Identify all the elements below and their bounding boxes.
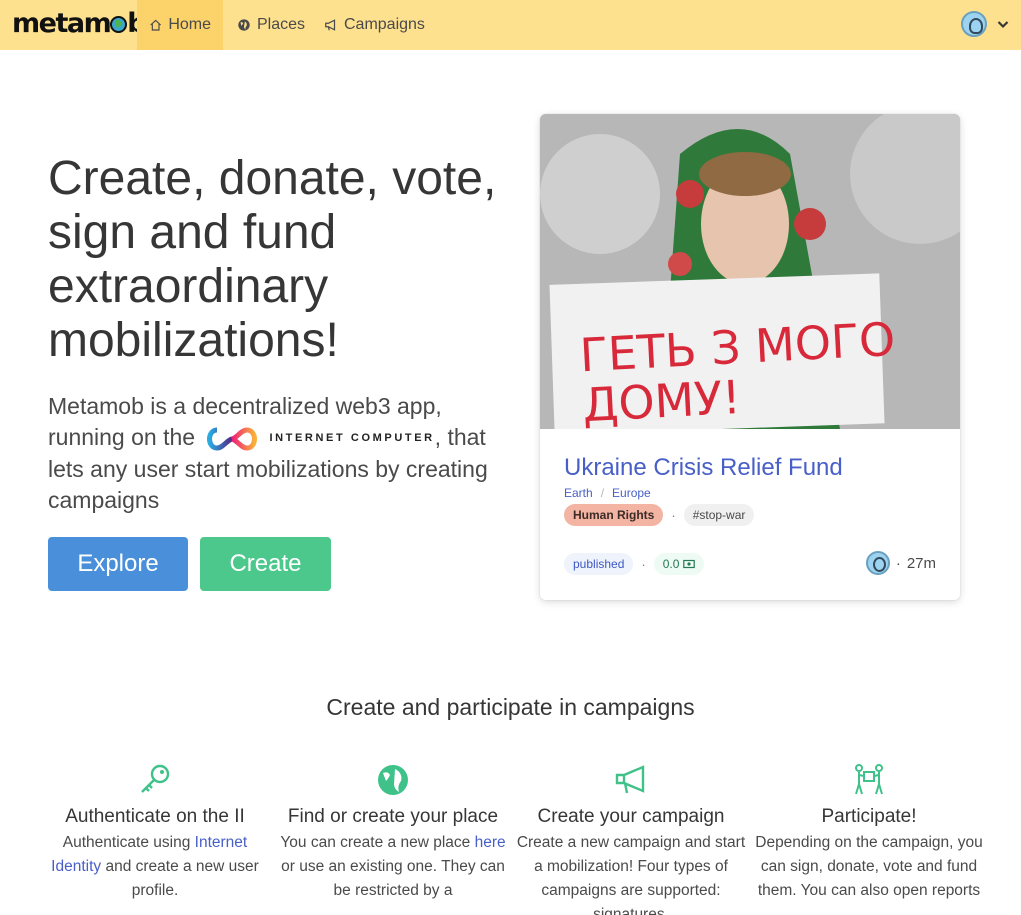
tag-separator: ·: [671, 507, 676, 523]
feature-text-part: Authenticate using: [62, 834, 191, 851]
feature-text-part: or use an existing one. They can be rest…: [281, 858, 505, 899]
home-icon: [150, 19, 162, 31]
megaphone-icon: [325, 19, 336, 31]
feature-participate: Participate! Depending on the campaign, …: [754, 762, 984, 903]
feature-text-participate: Depending on the campaign, you can sign,…: [755, 834, 983, 899]
feature-campaign: Create your campaign Create a new campai…: [516, 762, 746, 915]
campaign-image[interactable]: ГЕТЬ З МОГО ДОМУ!: [540, 114, 960, 429]
nav-home-label: Home: [168, 16, 211, 33]
feature-text-authenticate: Authenticate using Internet Identity and…: [40, 831, 270, 903]
place-breadcrumb: Earth / Europe: [564, 486, 651, 500]
campaign-tags: Human Rights · #stop-war: [564, 504, 755, 526]
key-icon: [141, 764, 170, 793]
globe-icon: [378, 765, 408, 795]
campaign-photo: ГЕТЬ З МОГО ДОМУ!: [540, 114, 960, 429]
feature-title-authenticate: Authenticate on the II: [65, 806, 245, 827]
category-badge[interactable]: Human Rights: [564, 504, 664, 526]
breadcrumb-separator: /: [600, 486, 605, 500]
money-icon: [683, 559, 696, 569]
globe-logo-icon: [110, 16, 128, 33]
feature-text-campaign: Create a new campaign and start a mobili…: [516, 834, 746, 915]
nav-home[interactable]: Home: [137, 0, 223, 50]
feature-text-part: and create a new user profile.: [105, 858, 259, 899]
create-button[interactable]: Create: [200, 537, 331, 591]
campaign-status-row: published · 0.0: [564, 553, 705, 575]
featured-campaign-card[interactable]: ГЕТЬ З МОГО ДОМУ! Ukraine Crisis Relief …: [540, 114, 960, 600]
nav-places[interactable]: Places: [225, 0, 317, 50]
feature-title-place: Find or create your place: [287, 806, 499, 827]
internet-computer-label: INTERNET COMPUTER: [269, 432, 435, 445]
nav-places-label: Places: [257, 16, 306, 33]
value-badge: 0.0: [653, 553, 705, 575]
feature-text-part: You can create a new place: [280, 834, 471, 851]
globe-icon: [238, 19, 250, 31]
user-menu[interactable]: [961, 11, 1009, 37]
top-navbar: metamb Home Places Campaigns: [0, 0, 1021, 50]
feature-authenticate: Authenticate on the II Authenticate usin…: [40, 762, 270, 903]
people-box-icon: [855, 764, 883, 795]
feature-title-campaign: Create your campaign: [537, 806, 725, 827]
metamob-logo[interactable]: metamb: [12, 8, 147, 39]
meta-separator: ·: [895, 554, 901, 572]
status-separator: ·: [641, 556, 646, 572]
protest-sign-text-2: ДОМУ!: [581, 370, 742, 429]
internet-computer-logo: INTERNET COMPUTER: [201, 423, 434, 454]
campaign-age: 27m: [906, 554, 936, 572]
hashtag-badge[interactable]: #stop-war: [683, 504, 755, 526]
campaign-title[interactable]: Ukraine Crisis Relief Fund: [564, 454, 843, 482]
explore-button[interactable]: Explore: [48, 537, 188, 591]
feature-text-place: You can create a new place here or use a…: [278, 831, 508, 903]
infinity-icon: [207, 427, 258, 451]
megaphone-icon: [615, 765, 645, 794]
create-place-link[interactable]: here: [475, 834, 506, 851]
breadcrumb-earth[interactable]: Earth: [564, 486, 593, 500]
campaign-meta: · 27m: [865, 551, 936, 575]
breadcrumb-europe[interactable]: Europe: [612, 486, 651, 500]
status-badge: published: [564, 553, 634, 575]
user-avatar[interactable]: [961, 11, 987, 37]
feature-title-participate: Participate!: [821, 806, 917, 827]
author-avatar[interactable]: [865, 551, 890, 575]
nav-campaigns[interactable]: Campaigns: [312, 0, 437, 50]
hero-title: Create, donate, vote, sign and fund extr…: [48, 152, 497, 367]
hero-subtitle: Metamob is a decentralized web3 app, run…: [48, 391, 488, 516]
value-amount: 0.0: [662, 557, 680, 571]
nav-campaigns-label: Campaigns: [344, 16, 425, 33]
feature-place: Find or create your place You can create…: [278, 762, 508, 903]
section-title: Create and participate in campaigns: [326, 694, 695, 720]
chevron-down-icon[interactable]: [997, 18, 1009, 30]
